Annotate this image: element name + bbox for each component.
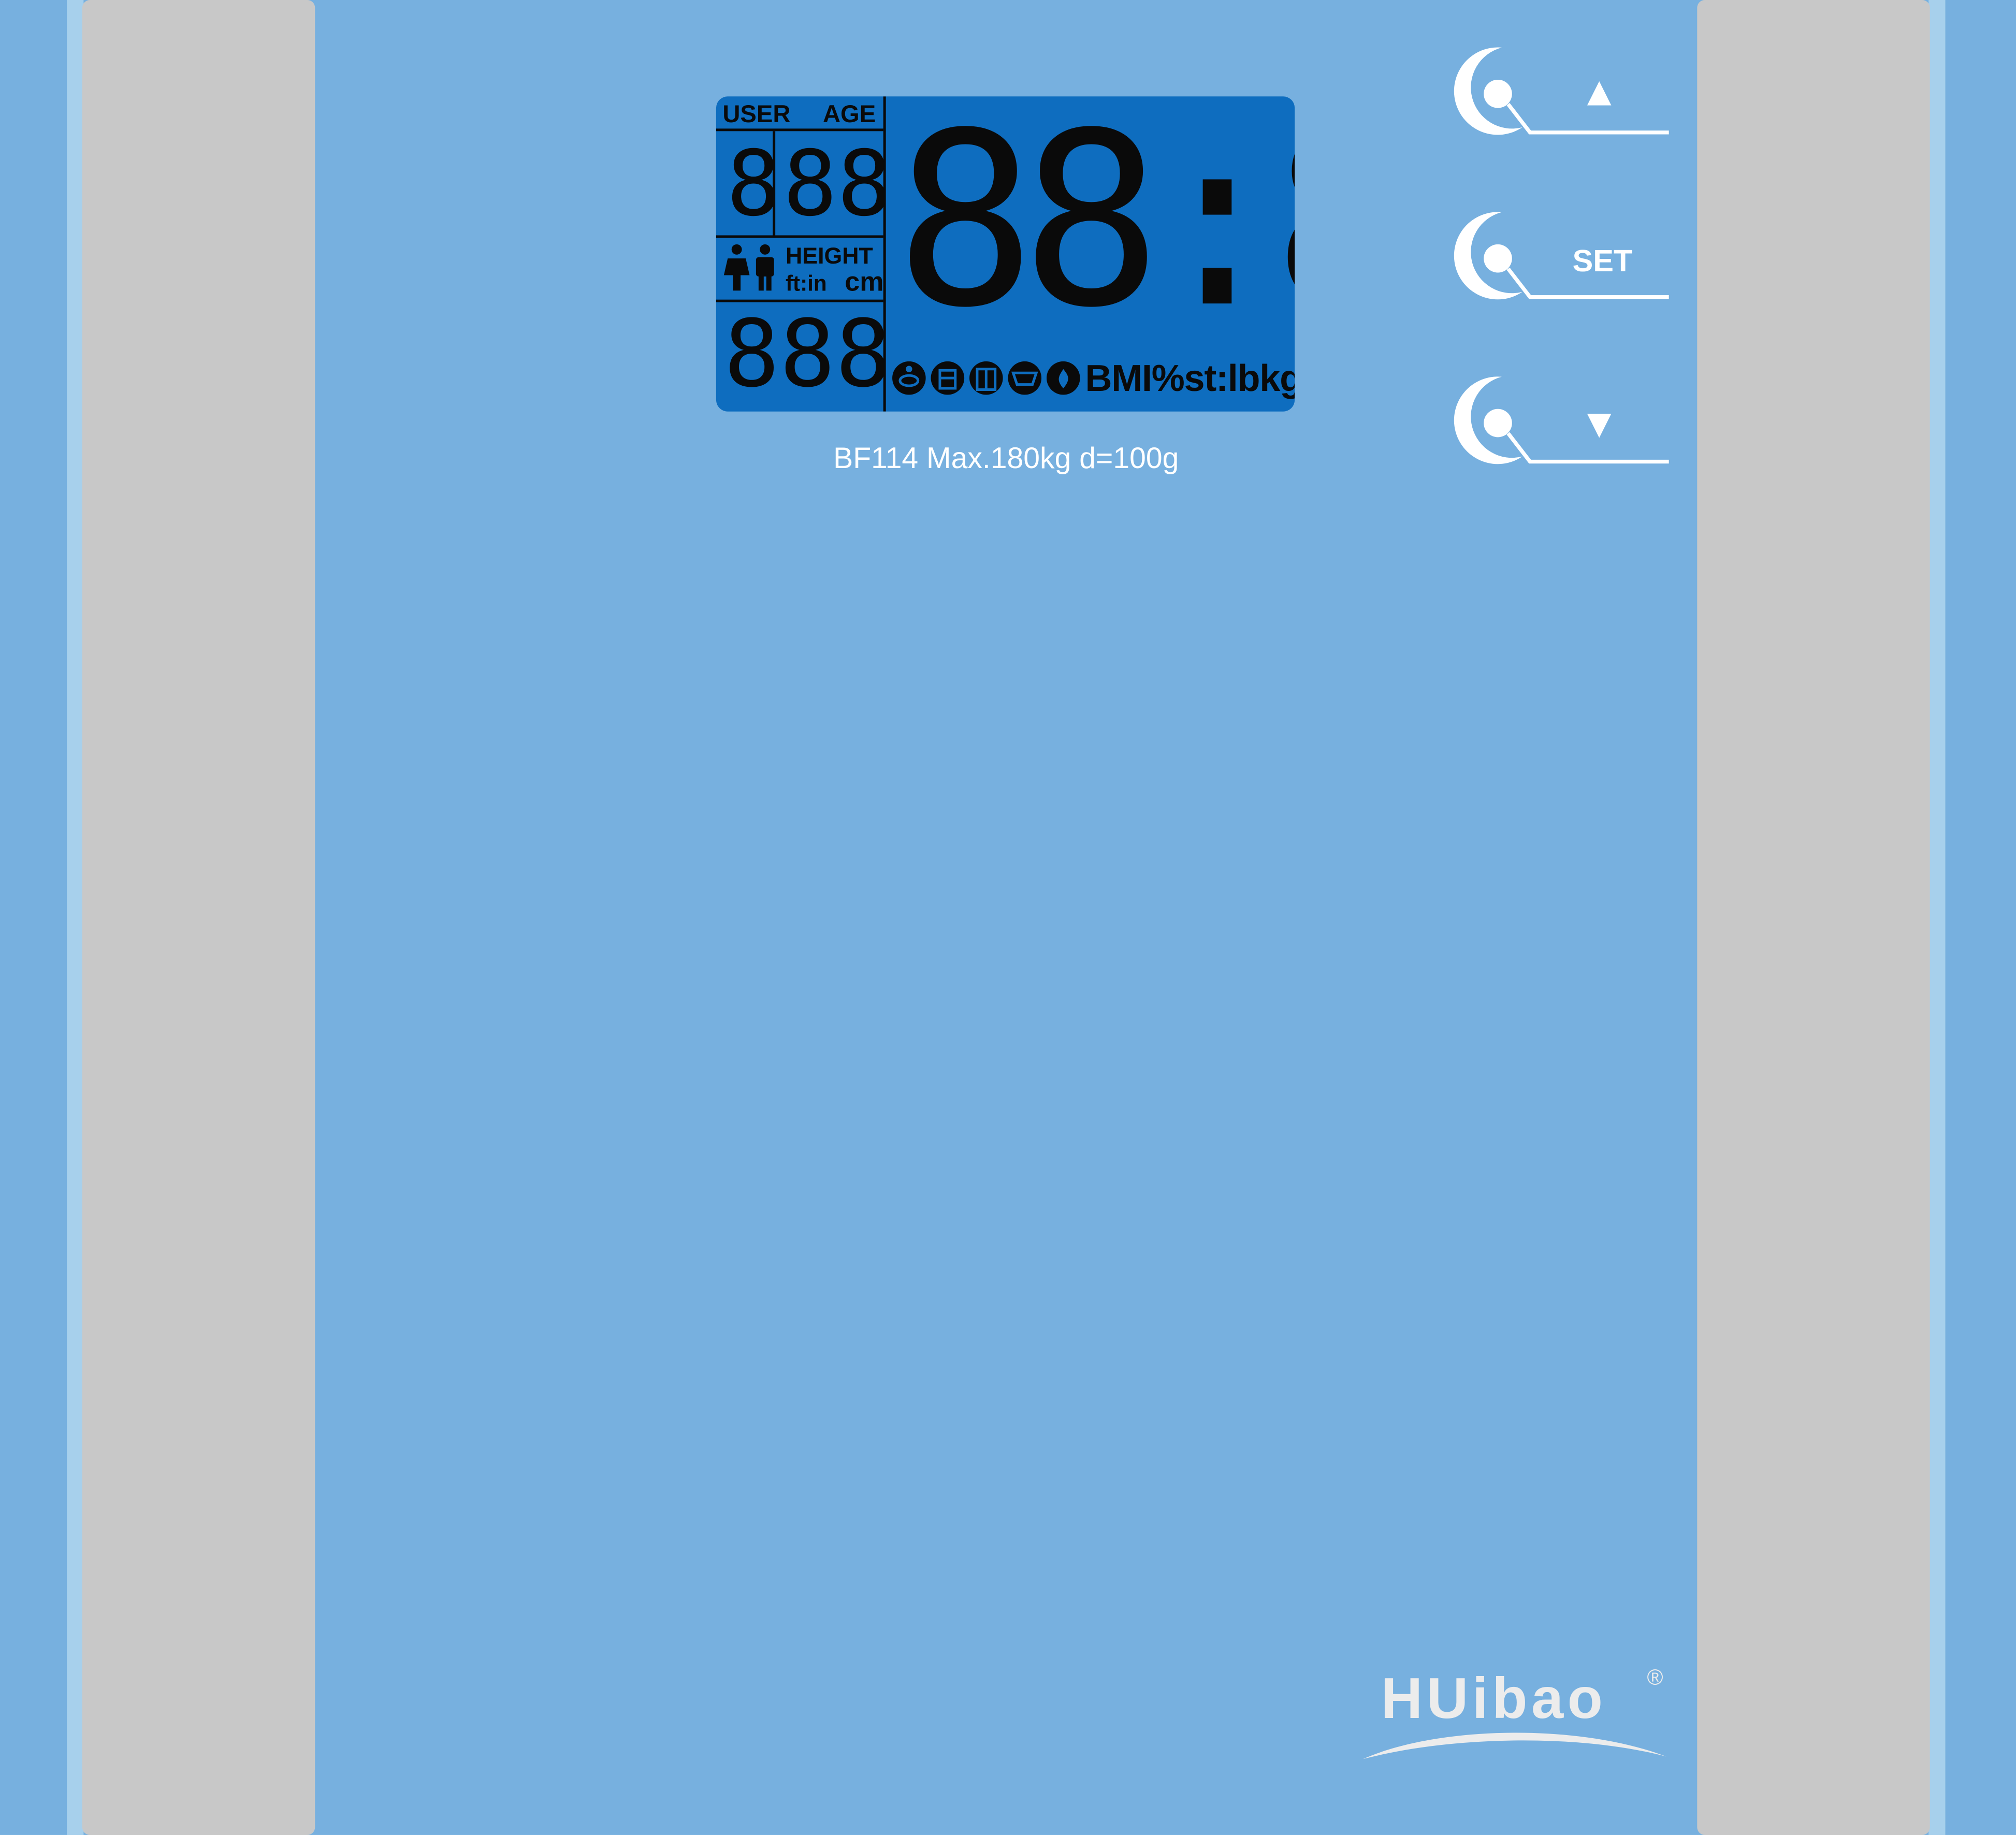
ftin-label: ft:in [785, 271, 827, 296]
height-label: HEIGHT [785, 243, 873, 269]
lcd-display: USER AGE 8 88 HEIGHT ft:in cm 888 88:8.8 [716, 96, 1295, 412]
age-digits: 88 [783, 131, 892, 237]
registered-mark: ® [1647, 1665, 1663, 1690]
bone-icon [1008, 361, 1042, 395]
glass-edge-left [67, 0, 84, 1835]
units-label: BMI%st:lbkg [1085, 358, 1295, 400]
touch-key-icon [1454, 376, 1669, 464]
body-fat-icon [892, 361, 926, 395]
touch-key-icon [1454, 212, 1669, 300]
up-arrow-icon: ▲ [1578, 68, 1620, 115]
glass-edge-right [1928, 0, 1946, 1835]
cm-label: cm [845, 267, 884, 297]
brand-logo: HUibao [1381, 1665, 1607, 1731]
calorie-icon [1046, 361, 1080, 395]
mode-icons [892, 361, 1080, 395]
muscle-icon [969, 361, 1003, 395]
height-digits: 888 [723, 299, 891, 408]
user-label: USER [722, 101, 791, 129]
set-button[interactable]: SET [1451, 207, 1675, 303]
touch-key-icon [1454, 47, 1669, 135]
electrode-right [1697, 0, 1930, 1835]
main-reading: 88:8.8 [895, 96, 1295, 360]
electrode-left [82, 0, 315, 1835]
up-button[interactable]: ▲ [1451, 42, 1675, 139]
set-label: SET [1572, 244, 1633, 279]
logo-swoosh-icon [1362, 1732, 1666, 1759]
down-button[interactable]: ▼ [1451, 372, 1675, 468]
user-digits: 8 [726, 131, 781, 237]
down-arrow-icon: ▼ [1578, 400, 1620, 446]
body-water-icon [931, 361, 965, 395]
age-label: AGE [822, 101, 876, 129]
male-female-icon [723, 244, 774, 291]
model-label: BF114 Max.180kg d=100g [833, 441, 1179, 475]
